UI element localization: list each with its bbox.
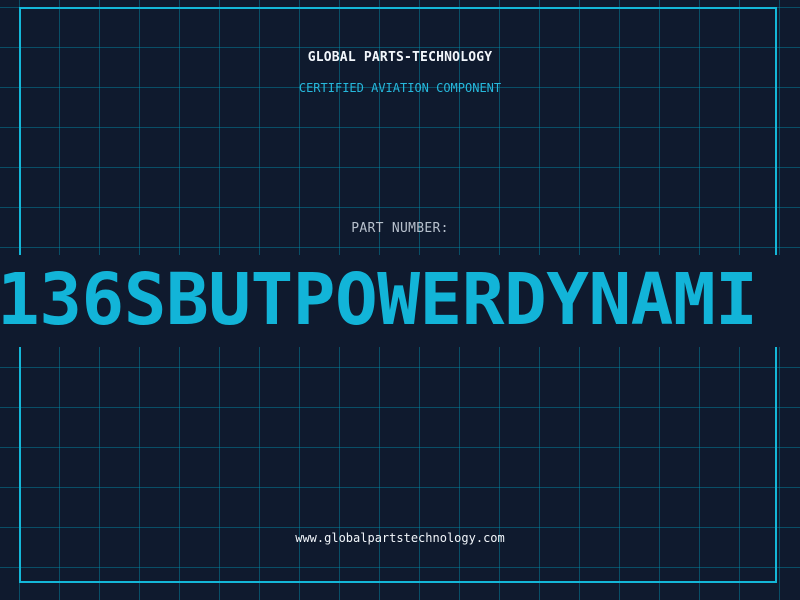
brand-name: GLOBAL PARTS-TECHNOLOGY <box>307 50 493 65</box>
tagline: CERTIFIED AVIATION COMPONENT <box>298 81 502 95</box>
part-number-value: 136SBUTPOWERDYNAMI <box>0 258 758 341</box>
website-url: www.globalpartstechnology.com <box>295 531 505 545</box>
part-number-label: PART NUMBER: <box>351 221 449 236</box>
part-label-canvas: GLOBAL PARTS-TECHNOLOGY CERTIFIED AVIATI… <box>0 0 800 600</box>
